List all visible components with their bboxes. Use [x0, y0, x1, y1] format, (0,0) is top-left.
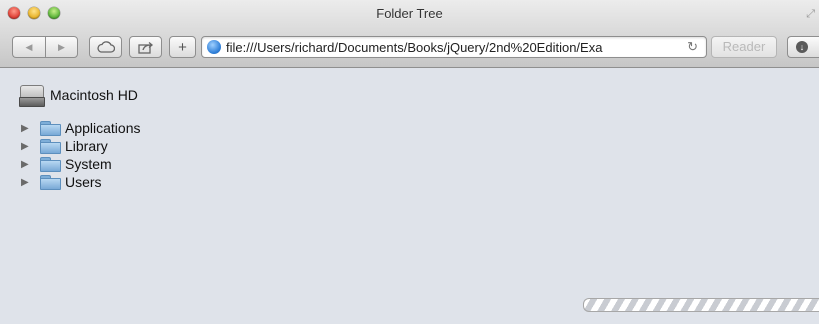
disclosure-triangle-icon[interactable]: ▶ — [21, 123, 31, 134]
tree-item-label: Users — [65, 174, 102, 190]
back-button[interactable]: ◀ — [12, 36, 45, 58]
reload-icon[interactable]: ↻ — [687, 39, 698, 55]
folder-icon — [40, 157, 61, 172]
drive-row[interactable]: Macintosh HD — [19, 84, 138, 107]
icloud-tabs-button[interactable] — [89, 36, 122, 58]
folder-icon — [40, 121, 61, 136]
address-bar[interactable]: file:///Users/richard/Documents/Books/jQ… — [201, 36, 707, 58]
downloads-button[interactable]: ↓ — [787, 36, 819, 58]
back-arrow-icon: ◀ — [25, 41, 33, 52]
forward-arrow-icon: ▶ — [58, 41, 65, 52]
add-icon: + — [178, 38, 187, 56]
window-title: Folder Tree — [376, 6, 443, 21]
tree-item-system[interactable]: ▶ System — [21, 155, 141, 173]
fullscreen-icon[interactable]: ⤢ — [806, 8, 815, 21]
globe-icon — [207, 40, 221, 54]
hard-drive-icon — [19, 84, 45, 107]
tree-item-users[interactable]: ▶ Users — [21, 173, 141, 191]
icloud-tabs-icon — [96, 41, 115, 53]
drive-label: Macintosh HD — [50, 87, 138, 103]
tree-item-label: Library — [65, 138, 108, 154]
back-forward-buttons: ◀ ▶ — [12, 36, 78, 58]
share-icon — [137, 41, 153, 54]
address-url[interactable]: file:///Users/richard/Documents/Books/jQ… — [226, 40, 666, 55]
folder-icon — [40, 175, 61, 190]
disclosure-triangle-icon[interactable]: ▶ — [21, 159, 31, 170]
tree-item-label: System — [65, 156, 112, 172]
folder-tree: ▶ Applications ▶ Library ▶ System ▶ User… — [21, 119, 141, 191]
disclosure-triangle-icon[interactable]: ▶ — [21, 141, 31, 152]
folder-icon — [40, 139, 61, 154]
reader-button[interactable]: Reader — [711, 36, 777, 58]
forward-button[interactable]: ▶ — [45, 36, 78, 58]
downloads-icon: ↓ — [796, 41, 808, 53]
loading-progress-bar — [583, 298, 819, 312]
tree-item-library[interactable]: ▶ Library — [21, 137, 141, 155]
page-content: Macintosh HD ▶ Applications ▶ Library ▶ … — [0, 68, 819, 324]
share-button[interactable] — [129, 36, 162, 58]
window-titlebar: Folder Tree ⤢ ◀ ▶ + file:///Users/richar… — [0, 0, 819, 68]
tree-item-label: Applications — [65, 120, 141, 136]
tree-item-applications[interactable]: ▶ Applications — [21, 119, 141, 137]
new-tab-button[interactable]: + — [169, 36, 196, 58]
disclosure-triangle-icon[interactable]: ▶ — [21, 177, 31, 188]
